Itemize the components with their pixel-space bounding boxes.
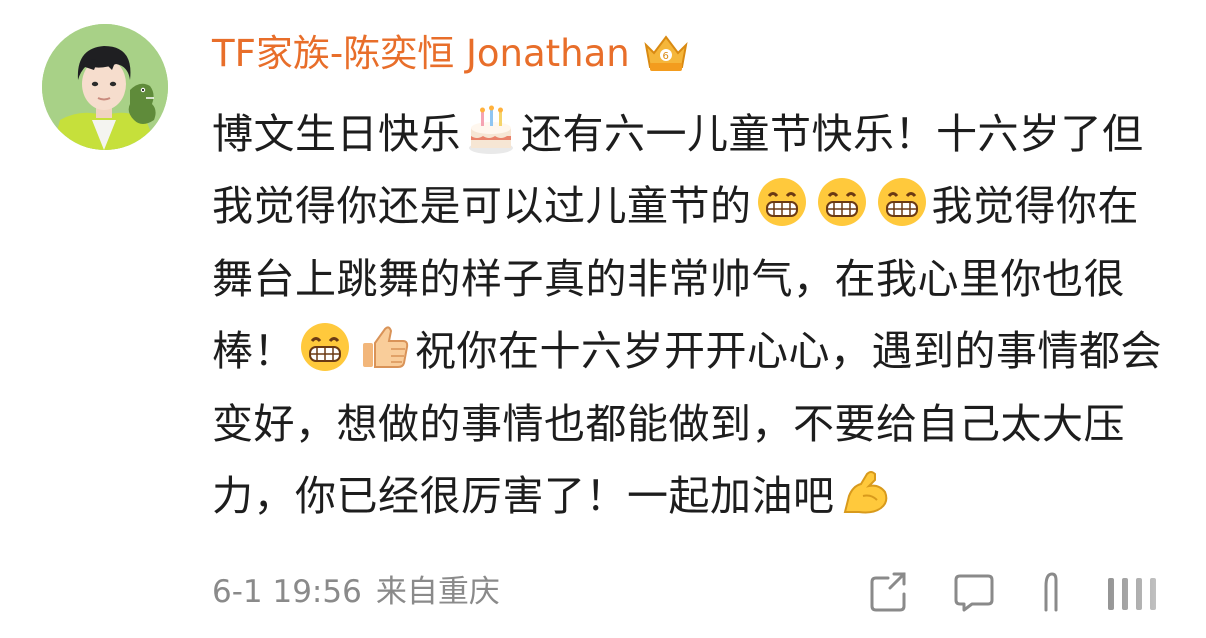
svg-text:6: 6 [662, 51, 668, 62]
grin-icon [816, 176, 868, 228]
birthday-cake-icon [465, 104, 517, 156]
post-text-part-1: 博文生日快乐 [212, 110, 461, 158]
avatar-image [42, 24, 168, 150]
vip-crown-icon[interactable]: 6 [640, 33, 692, 75]
post-header: TF家族-陈奕恒 Jonathan 6 [212, 28, 692, 80]
share-icon[interactable] [868, 570, 912, 614]
post-content: 博文生日快乐 还有六一儿童节快乐！十六岁了但我觉得你还是可以过儿童节的 我觉得你… [212, 98, 1172, 532]
comment-icon[interactable] [952, 570, 996, 614]
thumbs-up-icon [359, 321, 411, 373]
grin-icon [756, 176, 808, 228]
avatar[interactable] [42, 24, 168, 150]
post-actions [868, 570, 1160, 614]
post-meta: 6-1 19:56 来自重庆 [212, 568, 500, 616]
post-timestamp[interactable]: 6-1 19:56 [212, 574, 362, 610]
like-icon[interactable] [1036, 570, 1066, 614]
grin-icon [876, 176, 928, 228]
grin-icon [299, 321, 351, 373]
username-link[interactable]: TF家族-陈奕恒 Jonathan [212, 28, 630, 80]
flexed-biceps-icon [839, 466, 891, 518]
post-text-part-4: 祝你在十六岁开开心心，遇到的事情都会变好，想做的事情也都能做到，不要给自己太大压… [212, 327, 1162, 521]
more-icon[interactable] [1106, 570, 1160, 614]
post-source: 来自重庆 [375, 574, 500, 610]
